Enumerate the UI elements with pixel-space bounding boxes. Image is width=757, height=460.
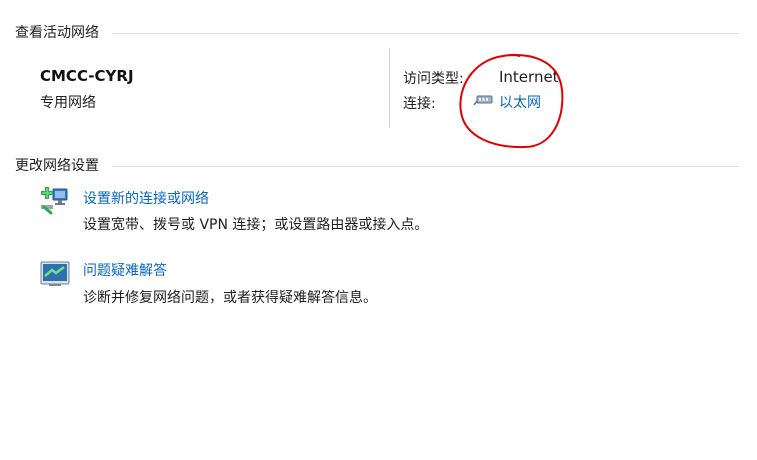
ethernet-connection-link[interactable]: 以太网 <box>499 92 541 112</box>
connections-label: 连接: <box>403 96 436 112</box>
access-type-label: 访问类型: <box>403 71 464 87</box>
vertical-divider <box>389 48 390 128</box>
change-settings-divider <box>112 166 738 167</box>
network-name: CMCC-CYRJ <box>40 67 134 85</box>
setup-new-connection-description: 设置宽带、拨号或 VPN 连接；或设置路由器或接入点。 <box>83 217 429 233</box>
active-networks-heading: 查看活动网络 <box>15 25 99 41</box>
access-type-value: Internet <box>499 68 559 86</box>
ethernet-icon[interactable] <box>473 92 495 108</box>
network-profile: 专用网络 <box>40 95 96 111</box>
setup-new-connection-link[interactable]: 设置新的连接或网络 <box>83 188 209 208</box>
active-networks-divider <box>112 33 738 34</box>
troubleshoot-problems-link[interactable]: 问题疑难解答 <box>83 260 167 280</box>
network-add-icon[interactable] <box>39 185 71 217</box>
troubleshoot-icon[interactable] <box>39 258 71 290</box>
troubleshoot-problems-description: 诊断并修复网络问题，或者获得疑难解答信息。 <box>83 290 377 306</box>
network-sharing-center: 查看活动网络 CMCC-CYRJ 专用网络 访问类型: Internet 连接:… <box>0 0 757 460</box>
change-settings-heading: 更改网络设置 <box>15 158 99 174</box>
